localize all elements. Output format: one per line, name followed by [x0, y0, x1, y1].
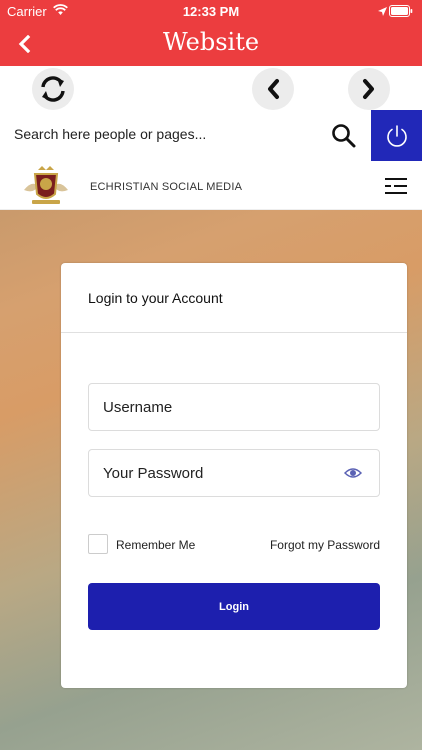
search-input[interactable] [14, 126, 314, 142]
remember-label: Remember Me [116, 538, 196, 552]
forgot-password-link[interactable]: Forgot my Password [270, 538, 380, 552]
search-icon[interactable] [331, 123, 357, 154]
refresh-button[interactable] [32, 68, 74, 110]
login-button[interactable]: Login [88, 583, 380, 630]
nav-bar: Website [0, 22, 422, 66]
battery-icon [389, 5, 413, 20]
site-logo[interactable] [18, 164, 74, 208]
remember-checkbox[interactable] [88, 534, 108, 554]
search-row [0, 110, 422, 162]
status-time: 12:33 PM [182, 4, 240, 19]
status-bar: Carrier 12:33 PM [0, 0, 422, 22]
power-button[interactable] [371, 110, 422, 161]
site-header: ECHRISTIAN SOCIAL MEDIA [0, 162, 422, 210]
refresh-icon [41, 76, 65, 102]
location-icon [377, 5, 388, 20]
password-field[interactable] [88, 449, 380, 497]
eye-icon[interactable] [343, 466, 363, 485]
power-icon [386, 124, 407, 147]
back-page-button[interactable] [252, 68, 294, 110]
page-title: Website [162, 28, 260, 56]
menu-icon[interactable] [385, 177, 407, 200]
username-field[interactable] [88, 383, 380, 431]
site-name: ECHRISTIAN SOCIAL MEDIA [90, 181, 243, 193]
chevron-right-icon [363, 79, 374, 99]
card-divider [61, 332, 407, 333]
login-title: Login to your Account [88, 290, 223, 306]
login-card: Login to your Account Remember Me Forgot… [61, 263, 407, 688]
browser-toolbar [0, 66, 422, 110]
chevron-left-icon [268, 79, 279, 99]
forward-page-button[interactable] [348, 68, 390, 110]
